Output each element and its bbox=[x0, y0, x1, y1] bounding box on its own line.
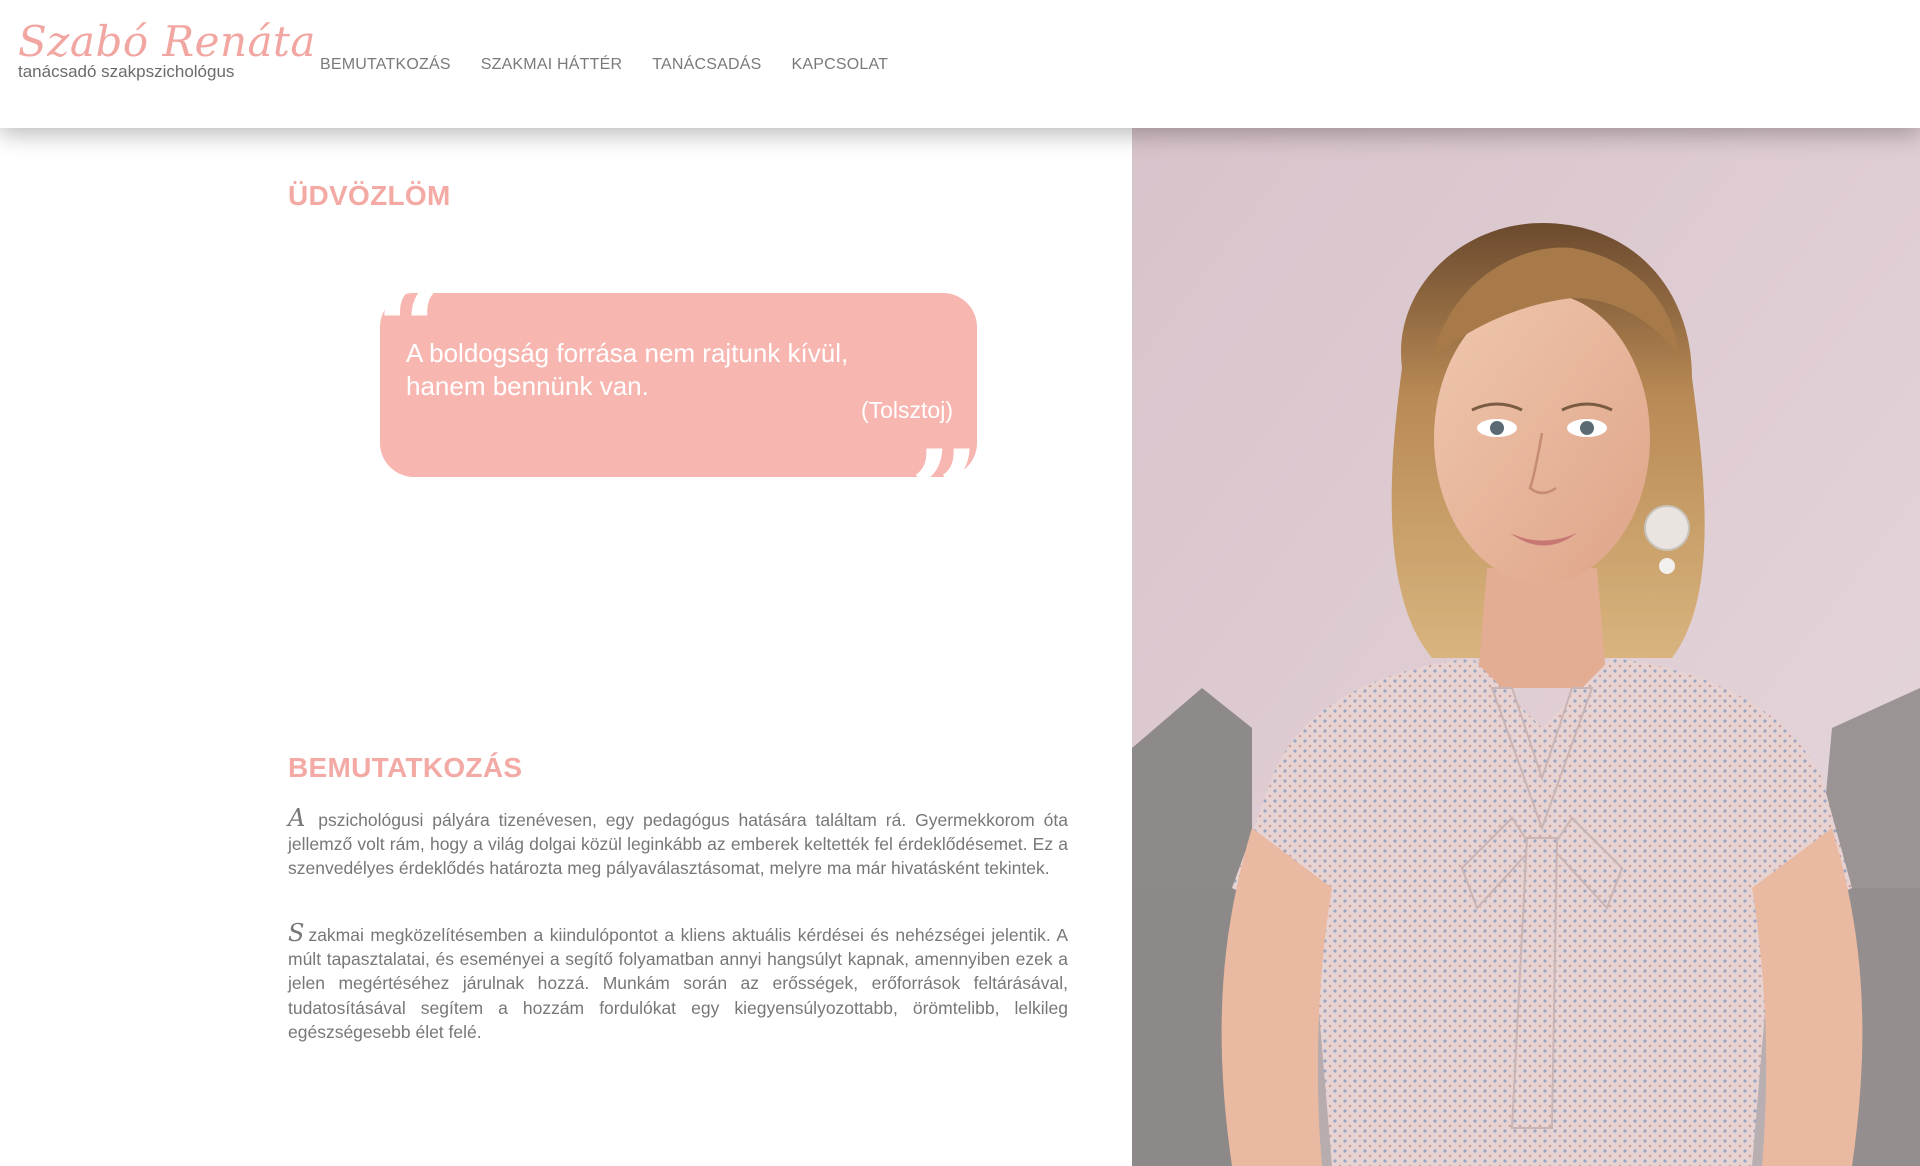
close-quote-icon: ” bbox=[909, 424, 979, 565]
about-title: BEMUTATKOZÁS bbox=[288, 752, 523, 783]
quote-author: (Tolsztoj) bbox=[860, 397, 953, 423]
brand-name: Szabó Renáta bbox=[18, 17, 316, 66]
portrait-photo bbox=[1132, 128, 1920, 1166]
nav-item-bemutatkozas[interactable]: BEMUTATKOZÁS bbox=[320, 56, 451, 74]
about-paragraph-2: Szakmai megközelítésemben a kiindulópont… bbox=[288, 921, 1068, 1044]
welcome-title: ÜDVÖZLÖM bbox=[288, 180, 451, 211]
nav-item-szakmai-hatter[interactable]: SZAKMAI HÁTTÉR bbox=[481, 56, 622, 74]
paragraph-initial: S bbox=[288, 919, 305, 947]
nav-item-tanacsadas[interactable]: TANÁCSADÁS bbox=[652, 56, 761, 74]
paragraph-text: pszichológusi pályára tizenévesen, egy p… bbox=[288, 810, 1068, 879]
nav-item-kapcsolat[interactable]: KAPCSOLAT bbox=[791, 56, 888, 74]
about-paragraph-1: A pszichológusi pályára tizenévesen, egy… bbox=[288, 806, 1068, 881]
quote-text: A boldogság forrása nem rajtunk kívül, h… bbox=[406, 338, 849, 401]
brand-tagline: tanácsadó szakpszichológus bbox=[18, 62, 235, 81]
paragraph-text: zakmai megközelítésemben a kiindulóponto… bbox=[288, 925, 1068, 1042]
quote-box: “ A boldogság forrása nem rajtunk kívül,… bbox=[376, 269, 979, 555]
main-nav: BEMUTATKOZÁS SZAKMAI HÁTTÉR TANÁCSADÁS K… bbox=[320, 56, 888, 74]
main-content: ÜDVÖZLÖM “ A boldogság forrása nem rajtu… bbox=[0, 128, 1132, 1166]
site-header: Szabó Renáta tanácsadó szakpszichológus … bbox=[0, 0, 1920, 128]
brand-logo[interactable]: Szabó Renáta tanácsadó szakpszichológus bbox=[18, 17, 316, 82]
portrait-illustration bbox=[1132, 128, 1920, 1166]
paragraph-initial: A bbox=[288, 804, 306, 832]
